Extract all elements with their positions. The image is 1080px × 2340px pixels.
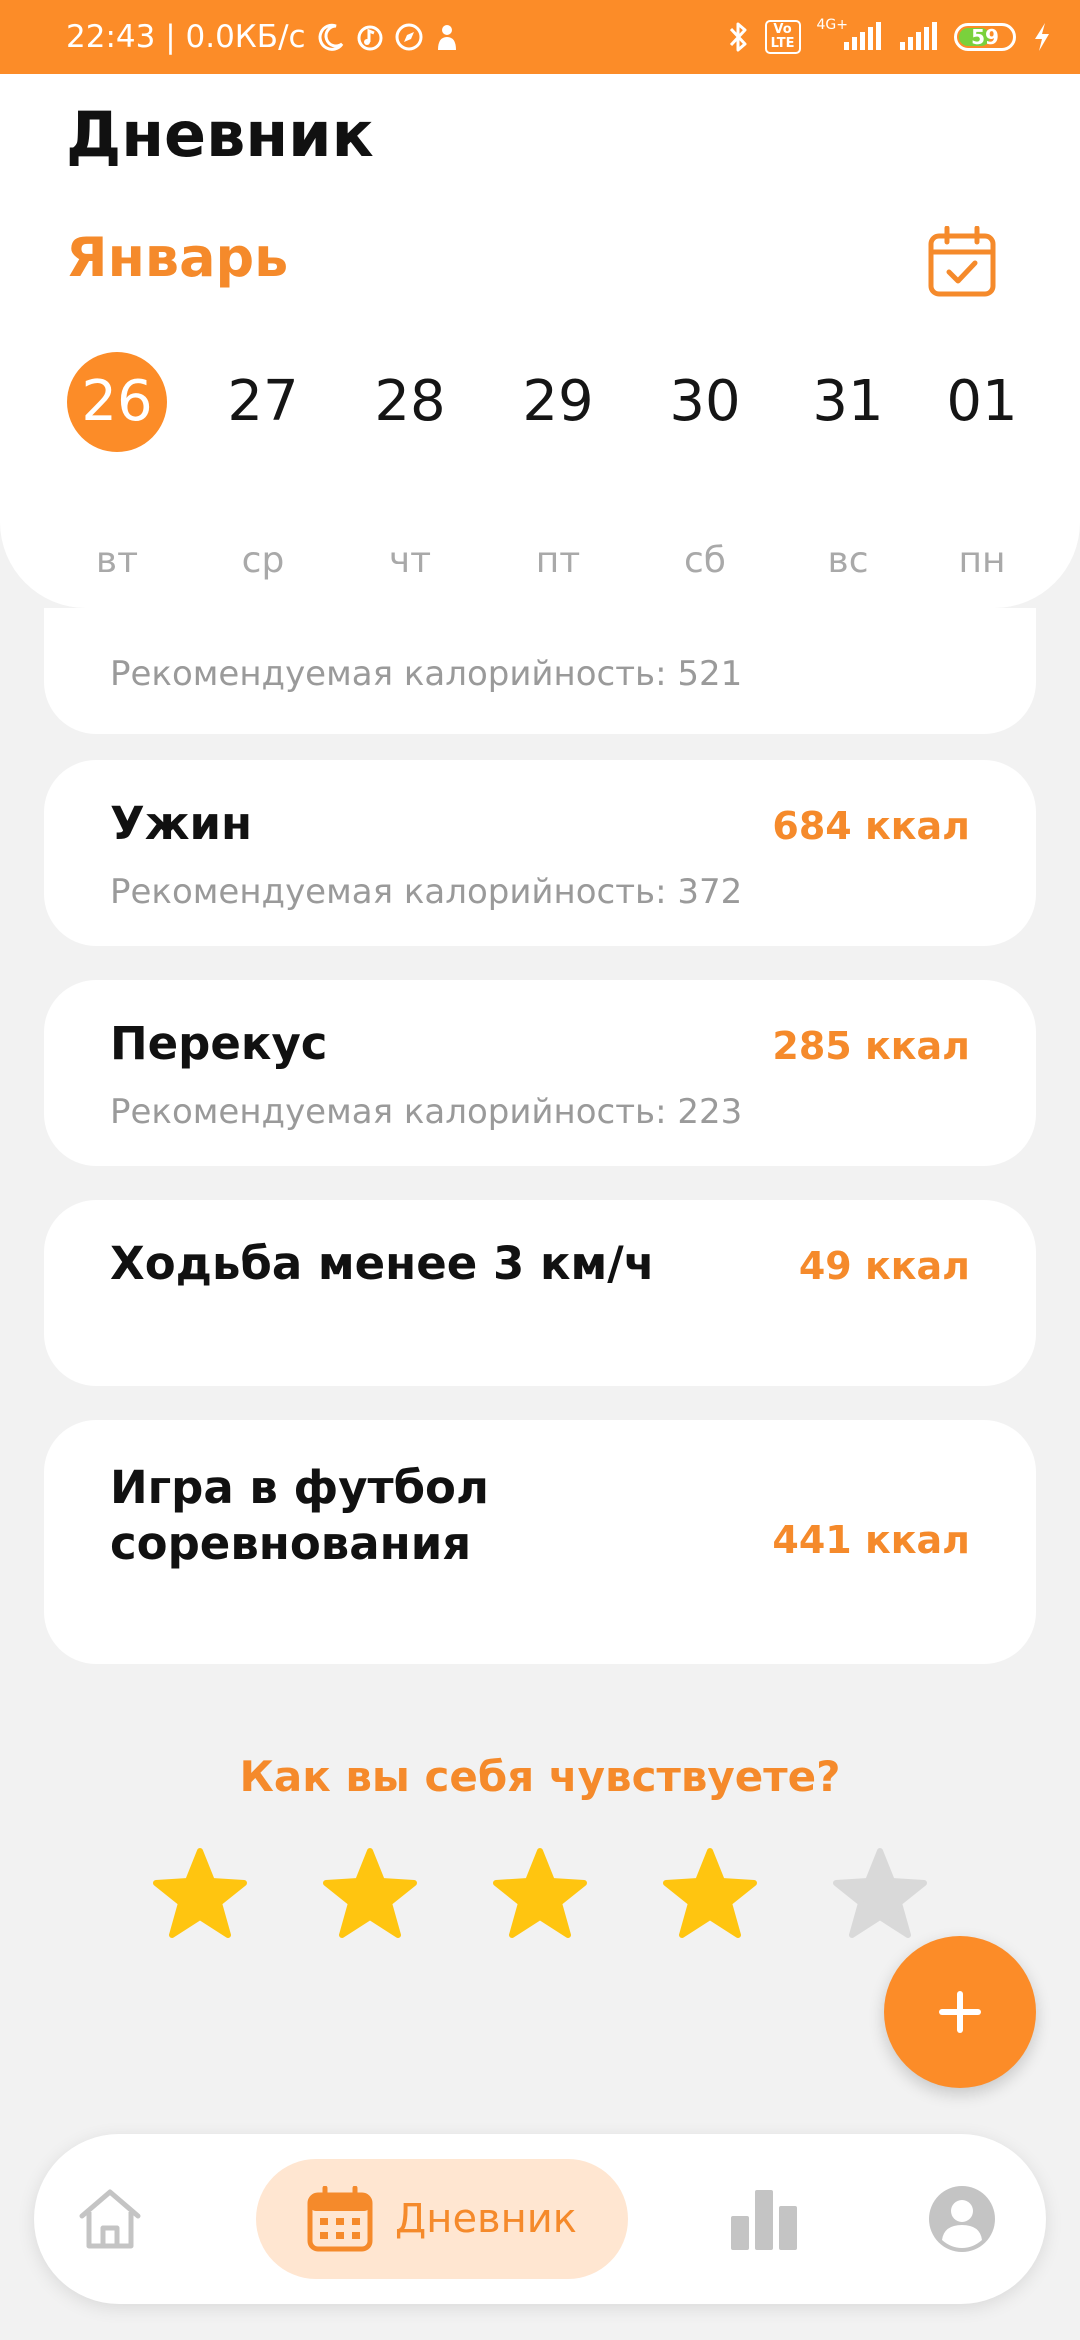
card-recommended-calories: Рекомендуемая калорийность: 372: [110, 872, 743, 912]
card-kcal: 49 ккал: [798, 1244, 970, 1288]
battery-icon: 59: [954, 23, 1016, 51]
calendar-icon: [307, 2186, 373, 2252]
day-number: 01: [946, 369, 1018, 434]
card-title: Ужин: [110, 797, 253, 850]
mood-question: Как вы себя чувствуете?: [239, 1752, 841, 1801]
day-number: 27: [227, 369, 299, 434]
nav-profile[interactable]: [902, 2159, 1022, 2279]
card-title: Игра в футбол соревнования: [110, 1460, 489, 1572]
nav-diary[interactable]: Дневник: [256, 2159, 628, 2279]
mood-rating: [0, 1845, 1080, 1945]
meal-card-snack[interactable]: Перекус 285 ккал Рекомендуемая калорийно…: [44, 980, 1036, 1166]
signal-icon-2: [898, 22, 938, 52]
calendar-button[interactable]: [922, 222, 1002, 302]
network-type: 4G+: [816, 17, 849, 33]
nav-stats[interactable]: [704, 2159, 824, 2279]
profile-icon: [929, 2186, 995, 2252]
activity-card-football[interactable]: Игра в футбол соревнования 441 ккал: [44, 1420, 1036, 1664]
compass-icon: [394, 22, 424, 52]
volte-top: Vo: [773, 22, 792, 37]
card-title: Перекус: [110, 1017, 328, 1070]
card-recommended-calories: Рекомендуемая калорийность: 223: [110, 1092, 743, 1132]
status-right: Vo LTE 4G+ 59: [727, 0, 1052, 74]
moon-icon: [316, 22, 346, 52]
plus-icon: [939, 1991, 981, 2033]
day-number: 30: [669, 369, 741, 434]
card-title-line2: соревнования: [110, 1517, 472, 1570]
day-weekday: пн: [958, 540, 1006, 581]
meal-card-partial[interactable]: Рекомендуемая калорийность: 521: [44, 608, 1036, 734]
status-time: 22:43 | 0.0КБ/с: [66, 19, 306, 55]
home-icon: [79, 2189, 141, 2249]
signal-icon-1: 4G+: [817, 17, 883, 52]
star-filled-icon[interactable]: [662, 1845, 758, 1941]
card-kcal: 441 ккал: [772, 1518, 970, 1562]
day-weekday: вс: [827, 540, 869, 581]
star-empty-icon[interactable]: [832, 1845, 928, 1941]
day-number: 26: [67, 352, 167, 452]
bluetooth-icon: [727, 20, 749, 54]
star-filled-icon[interactable]: [322, 1845, 418, 1941]
day-weekday: пт: [535, 540, 581, 581]
month-title[interactable]: Январь: [66, 226, 288, 289]
day-item[interactable]: 28 чт: [350, 350, 470, 600]
day-item[interactable]: 31 вс: [788, 350, 908, 600]
add-entry-button[interactable]: [884, 1936, 1036, 2088]
day-weekday: ср: [241, 540, 285, 581]
nav-diary-label: Дневник: [395, 2196, 577, 2242]
volte-icon: Vo LTE: [764, 20, 801, 54]
day-item[interactable]: 26 вт: [57, 350, 177, 600]
card-title-line1: Игра в футбол: [110, 1461, 489, 1514]
day-item[interactable]: 30 сб: [645, 350, 765, 600]
week-days-row: 26 вт 27 ср 28 чт 29 пт 30 сб 31 вс 01 п…: [0, 350, 1080, 600]
day-item[interactable]: 27 ср: [203, 350, 323, 600]
card-kcal: 285 ккал: [772, 1024, 970, 1068]
card-kcal: 684 ккал: [772, 804, 970, 848]
battery-level: 59: [971, 25, 999, 49]
day-number: 28: [374, 369, 446, 434]
entries-list[interactable]: Рекомендуемая калорийность: 521 Ужин 684…: [0, 608, 1080, 1808]
status-bar: 22:43 | 0.0КБ/с Vo LTE 4G+ 59: [0, 0, 1080, 74]
day-weekday: сб: [684, 540, 726, 581]
day-item[interactable]: 01 пн: [922, 350, 1042, 600]
bar-chart-icon: [731, 2190, 797, 2250]
star-filled-icon[interactable]: [492, 1845, 588, 1941]
calendar-check-icon: [928, 226, 996, 297]
activity-card-walking[interactable]: Ходьба менее 3 км/ч 49 ккал: [44, 1200, 1036, 1386]
volte-bottom: LTE: [770, 36, 795, 51]
card-recommended-calories: Рекомендуемая калорийность: 521: [110, 654, 743, 694]
nav-home[interactable]: [50, 2159, 170, 2279]
day-weekday: чт: [388, 540, 432, 581]
status-left: 22:43 | 0.0КБ/с: [66, 0, 460, 74]
person-icon: [434, 22, 460, 52]
day-item[interactable]: 29 пт: [498, 350, 618, 600]
meal-card-dinner[interactable]: Ужин 684 ккал Рекомендуемая калорийность…: [44, 760, 1036, 946]
music-note-icon: [356, 22, 384, 52]
day-weekday: вт: [95, 540, 139, 581]
star-filled-icon[interactable]: [152, 1845, 248, 1941]
page-title: Дневник: [66, 98, 374, 171]
card-title: Ходьба менее 3 км/ч: [110, 1237, 655, 1290]
day-number: 29: [522, 369, 594, 434]
bottom-navigation: Дневник: [34, 2134, 1046, 2304]
day-number: 31: [812, 369, 884, 434]
charging-icon: [1032, 21, 1052, 53]
